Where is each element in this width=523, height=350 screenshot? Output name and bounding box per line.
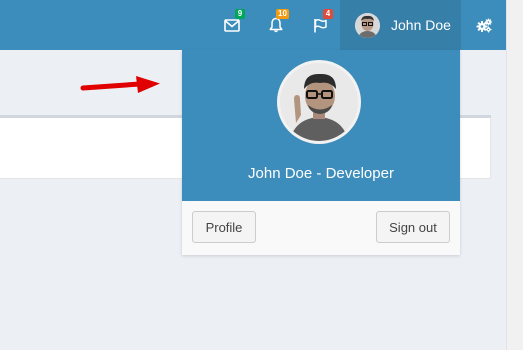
profile-button[interactable]: Profile bbox=[192, 211, 256, 243]
gears-icon bbox=[476, 18, 493, 33]
annotation-arrow bbox=[80, 76, 160, 93]
control-sidebar-toggle[interactable] bbox=[470, 0, 498, 50]
messages-menu[interactable]: 9 bbox=[218, 0, 246, 50]
user-title: John Doe - Developer bbox=[248, 165, 394, 182]
messages-badge: 9 bbox=[235, 9, 245, 19]
user-footer: Profile Sign out bbox=[182, 201, 460, 255]
notifications-menu[interactable]: 10 bbox=[262, 0, 290, 50]
user-dropdown-menu: John Doe - Developer Profile Sign out bbox=[182, 50, 460, 255]
avatar bbox=[355, 12, 380, 38]
user-menu-toggle[interactable]: John Doe bbox=[340, 0, 461, 50]
top-navbar: 9 10 4 John Doe bbox=[0, 0, 507, 50]
flag-icon bbox=[313, 18, 328, 33]
tasks-badge: 4 bbox=[323, 9, 333, 19]
user-header: John Doe - Developer bbox=[182, 50, 460, 201]
bell-icon bbox=[269, 17, 283, 33]
notifications-badge: 10 bbox=[276, 9, 289, 19]
tasks-menu[interactable]: 4 bbox=[306, 0, 334, 50]
profile-photo bbox=[277, 60, 361, 144]
sign-out-button[interactable]: Sign out bbox=[376, 211, 450, 243]
envelope-icon bbox=[224, 18, 240, 32]
scrollbar[interactable] bbox=[506, 0, 523, 350]
user-name: John Doe bbox=[391, 17, 451, 33]
